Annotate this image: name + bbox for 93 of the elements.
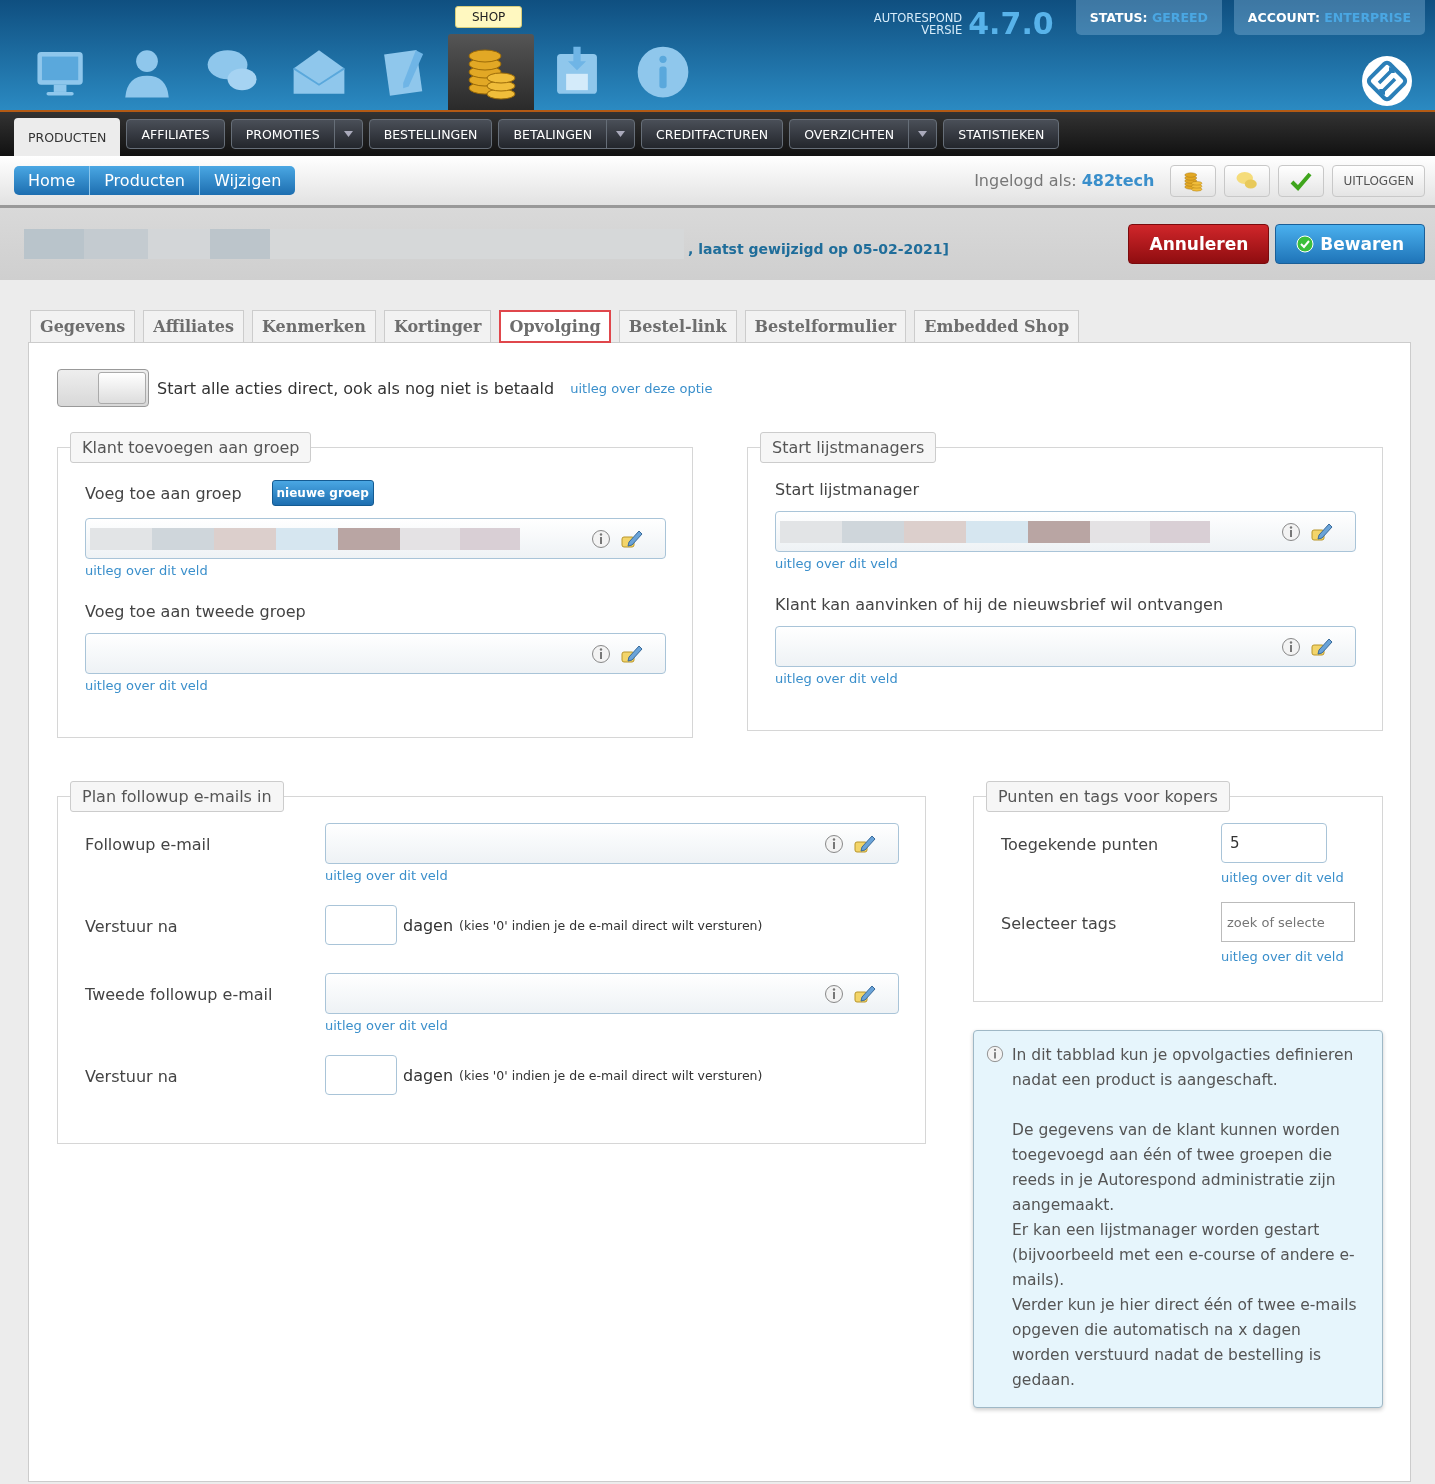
pencil-icon[interactable]	[854, 833, 876, 854]
tooltip: SHOP	[455, 6, 523, 28]
nav-tab[interactable]: PRODUCTEN	[14, 118, 121, 156]
nav-tab[interactable]: BESTELLINGEN	[368, 119, 493, 149]
toggle-switch[interactable]	[57, 369, 149, 407]
help-link[interactable]: uitleg over deze optie	[570, 380, 713, 396]
info-icon[interactable]	[591, 643, 611, 664]
field-label: Selecteer tags	[1001, 913, 1118, 935]
caret-icon[interactable]	[616, 131, 626, 137]
tags-search-field[interactable]: zoek of selecte	[1221, 902, 1355, 942]
nav-tab[interactable]: CREDITFACTUREN	[641, 119, 784, 149]
section-legend: Punten en tags voor kopers	[986, 781, 1230, 812]
nav-tab[interactable]: STATISTIEKEN	[943, 119, 1060, 149]
nav-tab[interactable]: AFFILIATES	[126, 119, 225, 149]
info-paragraph: Er kan een lijstmanager worden gestart (bijvoorbeeld met een e-course of andere e-mails).	[1012, 1220, 1356, 1291]
days-input[interactable]	[325, 905, 397, 945]
tab[interactable]: Bestelformulier	[744, 310, 907, 343]
select-field[interactable]	[85, 518, 666, 559]
section-legend: Start lijstmanagers	[760, 432, 937, 463]
tab[interactable]: Kortinger	[383, 310, 492, 343]
points-input[interactable]: 5	[1221, 823, 1327, 863]
tab[interactable]: Opvolging	[499, 310, 611, 343]
tab[interactable]: Embedded Shop	[914, 310, 1080, 343]
info-paragraph: Verder kun je hier direct één of twee e-mails opgeven die automatisch na x dagen worden verstuurd nadat de bestelling is gedaan.	[1012, 1295, 1358, 1391]
help-link[interactable]: uitleg over dit veld	[775, 671, 1356, 686]
tab[interactable]: Gegevens	[30, 310, 136, 343]
tab[interactable]: Affiliates	[143, 310, 245, 343]
logged-in-text: Ingelogd als: 482tech	[974, 171, 1155, 190]
toolbar-button[interactable]	[1278, 164, 1325, 197]
days-input[interactable]	[325, 1055, 397, 1095]
field-label: Followup e-mail	[85, 834, 212, 854]
info-icon[interactable]	[1281, 521, 1301, 542]
field-label: Verstuur na	[85, 1066, 179, 1086]
info-paragraph: In dit tabblad kun je opvolgacties definieren nadat een product is aangeschaft.	[1012, 1045, 1355, 1091]
help-link[interactable]: uitleg over dit veld	[775, 556, 1356, 571]
nav-tab[interactable]: OVERZICHTEN	[789, 119, 938, 149]
unit-label: dagen	[403, 1065, 454, 1085]
select-field[interactable]	[775, 626, 1356, 667]
section-legend: Plan followup e-mails in	[70, 781, 284, 812]
field-label: Tweede followup e-mail	[85, 984, 274, 1004]
account-panel: ACCOUNT: ENTERPRISE	[1233, 0, 1425, 35]
field-label: Voeg toe aan groep	[85, 483, 242, 503]
info-icon	[986, 1045, 1004, 1063]
select-field[interactable]	[325, 973, 899, 1014]
select-field[interactable]	[775, 511, 1356, 552]
pencil-icon[interactable]	[1311, 521, 1333, 542]
field-label: Klant kan aanvinken of hij de nieuwsbrief wil ontvangen	[775, 595, 1225, 614]
pencil-icon[interactable]	[1311, 636, 1333, 657]
field-label: Toegekende punten	[1001, 834, 1160, 856]
info-icon[interactable]	[591, 528, 611, 549]
breadcrumb-link[interactable]: Home	[14, 166, 91, 195]
product-label: AUTORESPOND VERSIE	[873, 11, 963, 36]
status-panel: STATUS: GEREED	[1075, 0, 1222, 35]
pencil-icon[interactable]	[854, 983, 876, 1004]
toolbar-button[interactable]	[1170, 164, 1217, 197]
help-link[interactable]: uitleg over dit veld	[1221, 867, 1355, 888]
pencil-icon[interactable]	[621, 528, 643, 549]
tab[interactable]: Bestel-link	[618, 310, 737, 343]
field-label: Verstuur na	[85, 916, 179, 936]
info-icon[interactable]	[1281, 636, 1301, 657]
help-link[interactable]: uitleg over dit veld	[85, 678, 666, 693]
check-circle-icon	[1296, 235, 1315, 253]
select-field[interactable]	[325, 823, 899, 864]
help-link[interactable]: uitleg over dit veld	[85, 563, 666, 578]
version-number: 4.7.0	[968, 6, 1054, 41]
new-group-button[interactable]: nieuwe groep	[271, 480, 374, 506]
info-icon[interactable]	[824, 833, 844, 854]
field-label: Voeg toe aan tweede groep	[85, 602, 307, 621]
field-label: Start lijstmanager	[775, 480, 921, 499]
toggle-label: Start alle acties direct, ook als nog niet is betaald	[157, 378, 555, 398]
breadcrumb-link[interactable]: Producten	[90, 166, 200, 195]
info-icon[interactable]	[824, 983, 844, 1004]
section-legend: Klant toevoegen aan groep	[70, 432, 312, 463]
hint-text: (kies '0' indien je de e-mail direct wilt versturen)	[459, 1067, 763, 1083]
nav-tab[interactable]: BETALINGEN	[498, 119, 636, 149]
unit-label: dagen	[403, 915, 454, 935]
help-link[interactable]: uitleg over dit veld	[1221, 946, 1355, 967]
help-link[interactable]: uitleg over dit veld	[325, 868, 899, 883]
breadcrumb-link[interactable]: Wijzigen	[200, 166, 296, 195]
modified-date-text: , laatst gewijzigd op 05-02-2021]	[688, 241, 949, 257]
nav-tab[interactable]: PROMOTIES	[230, 119, 363, 149]
help-link[interactable]: uitleg over dit veld	[325, 1018, 899, 1033]
hint-text: (kies '0' indien je de e-mail direct wilt versturen)	[459, 917, 763, 933]
pencil-icon[interactable]	[621, 643, 643, 664]
caret-icon[interactable]	[918, 131, 928, 137]
logout-button[interactable]: UITLOGGEN	[1332, 164, 1425, 197]
info-paragraph: De gegevens van de klant kunnen worden toegevoegd aan één of twee groepen die reeds in je Autorespond administratie zijn aangemaakt.	[1012, 1120, 1341, 1216]
caret-icon[interactable]	[343, 131, 353, 137]
cancel-button[interactable]: Annuleren	[1128, 224, 1270, 264]
logo-icon	[1359, 53, 1415, 109]
select-field[interactable]	[85, 633, 666, 674]
save-button[interactable]: Bewaren	[1275, 224, 1425, 264]
tab[interactable]: Kenmerken	[252, 310, 376, 343]
